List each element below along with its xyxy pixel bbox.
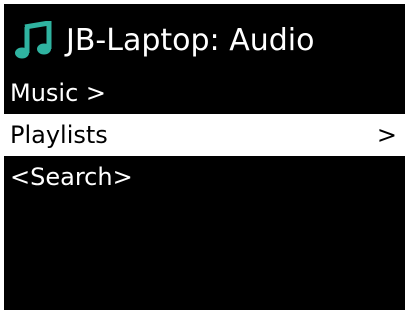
menu-item-label: <Search> xyxy=(10,163,133,191)
music-note-icon xyxy=(14,21,54,61)
chevron-right-icon: > xyxy=(376,121,397,149)
title-bar: JB-Laptop: Audio xyxy=(4,18,405,64)
menu-item-playlists[interactable]: Playlists > xyxy=(4,114,405,156)
display-screen: JB-Laptop: Audio Music > Playlists > <Se… xyxy=(4,4,405,310)
screen-title: JB-Laptop: Audio xyxy=(66,23,315,58)
menu-item-label: Playlists xyxy=(10,121,108,149)
menu-item-search[interactable]: <Search> xyxy=(4,156,405,198)
menu-list: Music > Playlists > <Search> xyxy=(4,72,405,198)
menu-item-label: Music > xyxy=(10,79,107,107)
menu-item-music[interactable]: Music > xyxy=(4,72,405,114)
